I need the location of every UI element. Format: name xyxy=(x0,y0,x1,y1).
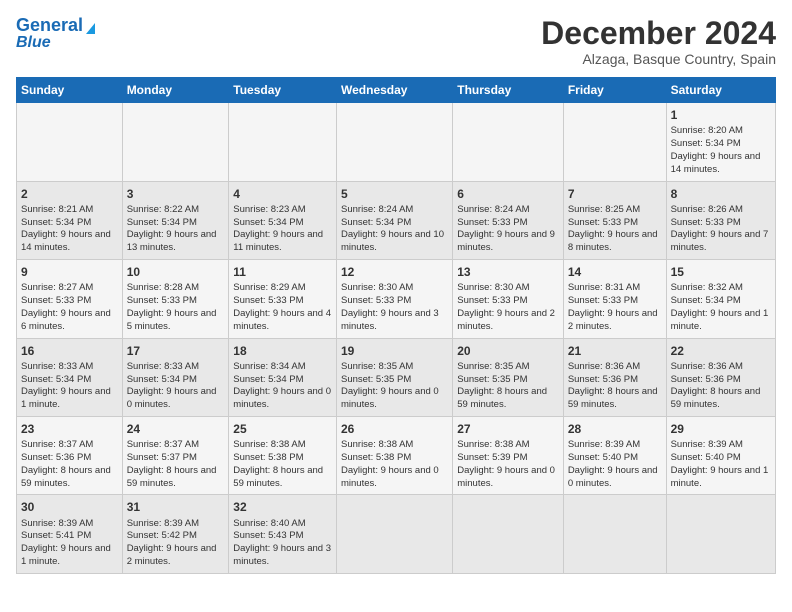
calendar-cell-8: 8Sunrise: 8:26 AMSunset: 5:33 PMDaylight… xyxy=(666,181,775,259)
empty-cell xyxy=(453,103,564,181)
calendar-cell-9: 9Sunrise: 8:27 AMSunset: 5:33 PMDaylight… xyxy=(17,260,123,338)
title-block: December 2024 Alzaga, Basque Country, Sp… xyxy=(541,16,776,67)
month-title: December 2024 xyxy=(541,16,776,51)
header-sunday: Sunday xyxy=(17,78,123,103)
calendar-cell-17: 17Sunrise: 8:33 AMSunset: 5:34 PMDayligh… xyxy=(122,338,229,416)
calendar-cell-6: 6Sunrise: 8:24 AMSunset: 5:33 PMDaylight… xyxy=(453,181,564,259)
calendar-cell-16: 16Sunrise: 8:33 AMSunset: 5:34 PMDayligh… xyxy=(17,338,123,416)
header-saturday: Saturday xyxy=(666,78,775,103)
calendar-cell-2: 2Sunrise: 8:21 AMSunset: 5:34 PMDaylight… xyxy=(17,181,123,259)
page-container: General Blue December 2024 Alzaga, Basqu… xyxy=(0,0,792,584)
empty-cell xyxy=(229,103,337,181)
calendar-week-4: 16Sunrise: 8:33 AMSunset: 5:34 PMDayligh… xyxy=(17,338,776,416)
header-friday: Friday xyxy=(563,78,666,103)
calendar-cell-5: 5Sunrise: 8:24 AMSunset: 5:34 PMDaylight… xyxy=(337,181,453,259)
calendar-cell-32: 32Sunrise: 8:40 AMSunset: 5:43 PMDayligh… xyxy=(229,495,337,573)
calendar-cell-28: 28Sunrise: 8:39 AMSunset: 5:40 PMDayligh… xyxy=(563,416,666,494)
calendar-table: SundayMondayTuesdayWednesdayThursdayFrid… xyxy=(16,77,776,574)
empty-cell xyxy=(17,103,123,181)
calendar-cell-23: 23Sunrise: 8:37 AMSunset: 5:36 PMDayligh… xyxy=(17,416,123,494)
calendar-cell-12: 12Sunrise: 8:30 AMSunset: 5:33 PMDayligh… xyxy=(337,260,453,338)
calendar-cell-11: 11Sunrise: 8:29 AMSunset: 5:33 PMDayligh… xyxy=(229,260,337,338)
header-tuesday: Tuesday xyxy=(229,78,337,103)
calendar-cell-19: 19Sunrise: 8:35 AMSunset: 5:35 PMDayligh… xyxy=(337,338,453,416)
calendar-week-5: 23Sunrise: 8:37 AMSunset: 5:36 PMDayligh… xyxy=(17,416,776,494)
logo-blue-text: Blue xyxy=(16,34,51,52)
calendar-cell-26: 26Sunrise: 8:38 AMSunset: 5:38 PMDayligh… xyxy=(337,416,453,494)
calendar-cell-18: 18Sunrise: 8:34 AMSunset: 5:34 PMDayligh… xyxy=(229,338,337,416)
calendar-cell-13: 13Sunrise: 8:30 AMSunset: 5:33 PMDayligh… xyxy=(453,260,564,338)
header-thursday: Thursday xyxy=(453,78,564,103)
calendar-cell-20: 20Sunrise: 8:35 AMSunset: 5:35 PMDayligh… xyxy=(453,338,564,416)
calendar-cell-3: 3Sunrise: 8:22 AMSunset: 5:34 PMDaylight… xyxy=(122,181,229,259)
calendar-header-row: SundayMondayTuesdayWednesdayThursdayFrid… xyxy=(17,78,776,103)
empty-cell xyxy=(453,495,564,573)
calendar-week-1: 1Sunrise: 8:20 AMSunset: 5:34 PMDaylight… xyxy=(17,103,776,181)
calendar-cell-24: 24Sunrise: 8:37 AMSunset: 5:37 PMDayligh… xyxy=(122,416,229,494)
page-header: General Blue December 2024 Alzaga, Basqu… xyxy=(16,16,776,67)
empty-cell xyxy=(337,495,453,573)
header-monday: Monday xyxy=(122,78,229,103)
empty-cell xyxy=(563,495,666,573)
calendar-cell-29: 29Sunrise: 8:39 AMSunset: 5:40 PMDayligh… xyxy=(666,416,775,494)
empty-cell xyxy=(122,103,229,181)
calendar-week-3: 9Sunrise: 8:27 AMSunset: 5:33 PMDaylight… xyxy=(17,260,776,338)
calendar-cell-15: 15Sunrise: 8:32 AMSunset: 5:34 PMDayligh… xyxy=(666,260,775,338)
calendar-cell-7: 7Sunrise: 8:25 AMSunset: 5:33 PMDaylight… xyxy=(563,181,666,259)
location: Alzaga, Basque Country, Spain xyxy=(541,51,776,67)
calendar-cell-4: 4Sunrise: 8:23 AMSunset: 5:34 PMDaylight… xyxy=(229,181,337,259)
calendar-cell-30: 30Sunrise: 8:39 AMSunset: 5:41 PMDayligh… xyxy=(17,495,123,573)
calendar-cell-27: 27Sunrise: 8:38 AMSunset: 5:39 PMDayligh… xyxy=(453,416,564,494)
calendar-week-6: 30Sunrise: 8:39 AMSunset: 5:41 PMDayligh… xyxy=(17,495,776,573)
calendar-cell-21: 21Sunrise: 8:36 AMSunset: 5:36 PMDayligh… xyxy=(563,338,666,416)
empty-cell xyxy=(563,103,666,181)
empty-cell xyxy=(337,103,453,181)
calendar-cell-31: 31Sunrise: 8:39 AMSunset: 5:42 PMDayligh… xyxy=(122,495,229,573)
calendar-cell-14: 14Sunrise: 8:31 AMSunset: 5:33 PMDayligh… xyxy=(563,260,666,338)
header-wednesday: Wednesday xyxy=(337,78,453,103)
logo: General Blue xyxy=(16,16,95,51)
empty-cell xyxy=(666,495,775,573)
calendar-cell-22: 22Sunrise: 8:36 AMSunset: 5:36 PMDayligh… xyxy=(666,338,775,416)
calendar-cell-10: 10Sunrise: 8:28 AMSunset: 5:33 PMDayligh… xyxy=(122,260,229,338)
calendar-week-2: 2Sunrise: 8:21 AMSunset: 5:34 PMDaylight… xyxy=(17,181,776,259)
calendar-cell-25: 25Sunrise: 8:38 AMSunset: 5:38 PMDayligh… xyxy=(229,416,337,494)
calendar-cell-1: 1Sunrise: 8:20 AMSunset: 5:34 PMDaylight… xyxy=(666,103,775,181)
